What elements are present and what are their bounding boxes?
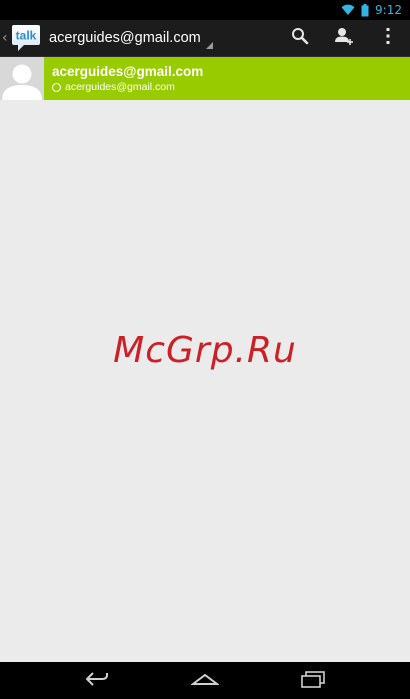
back-icon (84, 671, 110, 691)
add-friend-button[interactable] (322, 20, 366, 56)
search-icon (291, 27, 309, 49)
recent-apps-icon (300, 670, 326, 692)
contact-name: acerguides@gmail.com (52, 64, 204, 79)
talk-logo-text: talk (16, 29, 37, 43)
navigation-bar (0, 662, 410, 699)
overflow-menu-icon (385, 27, 391, 49)
add-friend-icon (334, 27, 354, 49)
spinner-corner-icon (205, 42, 213, 49)
up-navigation[interactable]: ‹ talk (0, 20, 41, 56)
account-spinner-label: acerguides@gmail.com (49, 30, 201, 46)
status-time: 9:12 (375, 3, 402, 17)
status-bar: 9:12 (0, 0, 410, 20)
action-bar: ‹ talk acerguides@gmail.com (0, 20, 410, 57)
up-caret-icon: ‹ (2, 30, 8, 46)
contact-status-text: acerguides@gmail.com (65, 81, 175, 93)
contact-list-item[interactable]: acerguides@gmail.com acerguides@gmail.co… (0, 57, 410, 100)
contact-list: acerguides@gmail.com acerguides@gmail.co… (0, 57, 410, 662)
battery-icon (361, 3, 369, 17)
account-spinner[interactable]: acerguides@gmail.com (49, 20, 215, 56)
avatar (0, 57, 44, 100)
home-icon (190, 671, 220, 690)
recent-apps-button[interactable] (285, 662, 341, 699)
presence-status-icon (52, 82, 61, 92)
watermark: McGrp.Ru (113, 330, 297, 371)
back-button[interactable] (69, 662, 125, 699)
search-button[interactable] (278, 20, 322, 56)
overflow-menu-button[interactable] (366, 20, 410, 56)
home-button[interactable] (177, 662, 233, 699)
wifi-icon (341, 4, 355, 16)
talk-app-logo: talk (11, 23, 41, 53)
